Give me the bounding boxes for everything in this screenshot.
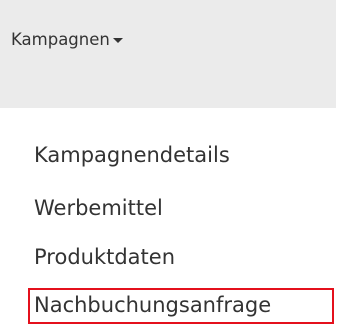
campaigns-dropdown-toggle[interactable]: Kampagnen [11,30,123,50]
menu-item-kampagnendetails[interactable]: Kampagnendetails [34,141,230,169]
menu-header: Kampagnen [0,0,336,108]
campaigns-dropdown-label: Kampagnen [11,30,110,49]
menu-item-nachbuchungsanfrage[interactable]: Nachbuchungsanfrage [34,291,271,319]
campaigns-dropdown-menu: Kampagnendetails Werbemittel Produktdate… [0,108,340,329]
menu-item-werbemittel[interactable]: Werbemittel [34,194,163,222]
caret-down-icon [112,38,123,43]
menu-item-produktdaten[interactable]: Produktdaten [34,243,175,271]
